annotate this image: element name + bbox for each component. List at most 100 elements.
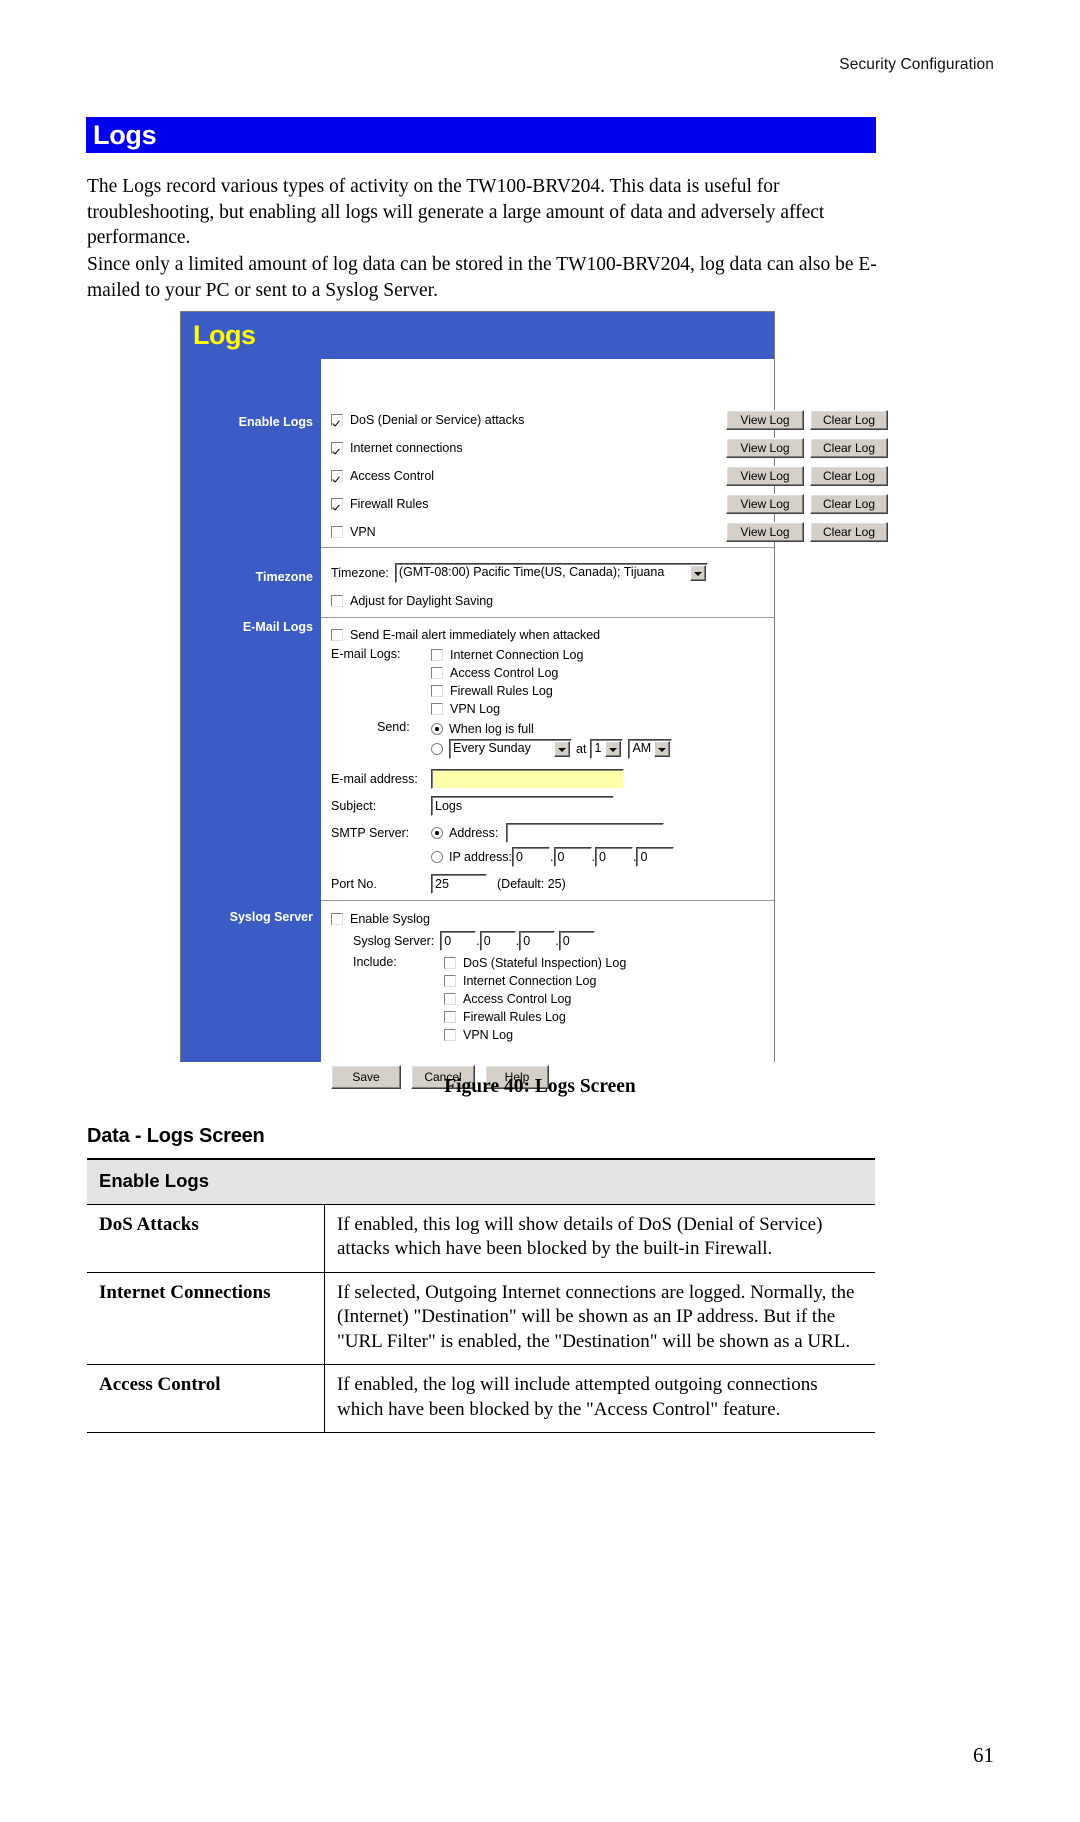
clear-log-button[interactable]: Clear Log (810, 410, 888, 430)
email-alert-label: Send E-mail alert immediately when attac… (350, 628, 601, 642)
smtp-ip-radio[interactable] (431, 851, 443, 863)
running-header: Security Configuration (839, 56, 994, 73)
table-row-desc: If enabled, this log will show details o… (324, 1204, 875, 1273)
syslog-firewall-rules-log-label: Firewall Rules Log (463, 1009, 566, 1024)
vpn-label: VPN (350, 525, 376, 539)
send-when-full-radio[interactable] (431, 722, 443, 735)
intro-paragraph-2: Since only a limited amount of log data … (87, 254, 877, 301)
intro-paragraph-1: The Logs record various types of activit… (87, 176, 825, 248)
port-default-hint: (Default: 25) (497, 877, 566, 891)
section-divider (321, 900, 774, 901)
email-log-item: VPN Log (421, 699, 500, 718)
email-internet-connection-log-checkbox[interactable] (431, 648, 443, 661)
chevron-down-icon[interactable] (554, 741, 570, 757)
timezone-value: (GMT-08:00) Pacific Time(US, Canada); Ti… (398, 565, 665, 579)
smtp-ip-label: IP address: (449, 850, 513, 864)
daylight-saving-checkbox[interactable] (331, 595, 343, 607)
access-control-checkbox[interactable] (331, 470, 343, 482)
hour-select[interactable]: 1 (590, 739, 624, 759)
table-row-name: DoS Attacks (87, 1204, 325, 1273)
email-address-input[interactable] (431, 769, 624, 789)
sidebar-label-email-logs: E-Mail Logs (242, 620, 313, 634)
syslog-internet-connection-log-checkbox[interactable] (444, 974, 456, 987)
document-page: Security Configuration Logs The Logs rec… (0, 0, 1080, 1822)
syslog-access-control-log-checkbox[interactable] (444, 992, 456, 1005)
syslog-octet-4[interactable]: 0 (558, 931, 595, 951)
send-label: Send: (377, 720, 410, 734)
logs-screen-screenshot: Logs Enable Logs Timezone E-Mail Logs Sy… (180, 311, 888, 1089)
clear-log-button[interactable]: Clear Log (810, 438, 888, 458)
smtp-ip-octet-1[interactable]: 0 (512, 847, 551, 867)
send-schedule-radio[interactable] (431, 743, 443, 755)
page-title: Logs (93, 119, 157, 150)
chevron-down-icon[interactable] (689, 565, 706, 581)
clear-log-button[interactable]: Clear Log (810, 522, 888, 542)
enable-log-row: DoS (Denial or Service) attacks View Log… (321, 406, 888, 434)
email-vpn-log-label: VPN Log (450, 701, 501, 716)
table-row-name: Internet Connections (87, 1272, 325, 1365)
enable-log-row: VPN View Log Clear Log (321, 518, 888, 546)
vpn-checkbox[interactable] (331, 526, 343, 538)
smtp-ip-octet-3[interactable]: 0 (594, 847, 633, 867)
subject-row: Subject: Logs (321, 795, 774, 817)
smtp-ip-octet-2[interactable]: 0 (553, 847, 592, 867)
email-vpn-log-checkbox[interactable] (431, 702, 443, 715)
send-schedule-row: Every Sunday at 1 AM (421, 738, 673, 760)
smtp-ip-row: IP address: 0 . 0 . 0 . 0 (321, 846, 774, 868)
email-log-item: Internet Connection Log (421, 645, 583, 664)
internet-connections-checkbox[interactable] (331, 442, 343, 454)
timezone-row: Timezone: (GMT-08:00) Pacific Time(US, C… (321, 562, 774, 584)
syslog-firewall-rules-log-checkbox[interactable] (444, 1010, 456, 1023)
syslog-vpn-log-label: VPN Log (463, 1027, 514, 1042)
email-access-control-log-checkbox[interactable] (431, 666, 443, 679)
email-alert-row: Send E-mail alert immediately when attac… (321, 625, 774, 645)
table-header-row: Enable Logs (87, 1158, 875, 1205)
smtp-address-input[interactable] (506, 823, 665, 843)
enable-syslog-checkbox[interactable] (331, 913, 343, 925)
chevron-down-icon[interactable] (605, 741, 622, 757)
syslog-octet-1[interactable]: 0 (440, 931, 477, 951)
clear-log-button[interactable]: Clear Log (810, 466, 888, 486)
ampm-select[interactable]: AM (628, 739, 673, 759)
email-internet-connection-log-label: Internet Connection Log (450, 647, 584, 662)
enable-syslog-row: Enable Syslog (321, 909, 774, 929)
chevron-down-icon[interactable] (654, 741, 671, 757)
screenshot-body: Enable Logs Timezone E-Mail Logs Syslog … (181, 359, 888, 1089)
email-firewall-rules-log-checkbox[interactable] (431, 684, 443, 697)
email-logs-label: E-mail Logs: (331, 647, 401, 661)
view-log-button[interactable]: View Log (726, 494, 804, 514)
table-row-desc: If enabled, the log will include attempt… (324, 1364, 875, 1433)
syslog-dos-log-label: DoS (Stateful Inspection) Log (463, 955, 627, 970)
email-log-item: Firewall Rules Log (421, 681, 553, 700)
clear-log-button[interactable]: Clear Log (810, 494, 888, 514)
smtp-address-radio[interactable] (431, 827, 443, 839)
daylight-saving-row: Adjust for Daylight Saving (321, 591, 774, 611)
timezone-select[interactable]: (GMT-08:00) Pacific Time(US, Canada); Ti… (394, 563, 708, 583)
subject-label: Subject: (331, 799, 377, 813)
syslog-octet-3[interactable]: 0 (519, 931, 556, 951)
hour-value: 1 (594, 741, 602, 755)
view-log-button[interactable]: View Log (726, 438, 804, 458)
page-number: 61 (973, 1743, 994, 1767)
syslog-vpn-log-checkbox[interactable] (444, 1028, 456, 1041)
access-control-label: Access Control (350, 469, 435, 483)
view-log-button[interactable]: View Log (726, 522, 804, 542)
syslog-dos-log-checkbox[interactable] (444, 956, 456, 969)
screenshot-content: DoS (Denial or Service) attacks View Log… (321, 359, 888, 1089)
smtp-ip-octet-4[interactable]: 0 (636, 847, 675, 867)
syslog-octet-2[interactable]: 0 (479, 931, 516, 951)
dos-attacks-checkbox[interactable] (331, 414, 343, 426)
firewall-rules-checkbox[interactable] (331, 498, 343, 510)
port-input[interactable]: 25 (431, 874, 487, 894)
view-log-button[interactable]: View Log (726, 410, 804, 430)
port-row: Port No. 25 (Default: 25) (321, 873, 774, 895)
email-address-row: E-mail address: (321, 768, 774, 790)
schedule-day-select[interactable]: Every Sunday (449, 739, 572, 759)
sidebar-label-enable-logs: Enable Logs (238, 415, 313, 429)
email-alert-checkbox[interactable] (331, 629, 343, 641)
send-when-full-label: When log is full (449, 721, 534, 736)
email-log-item: Access Control Log (421, 663, 558, 682)
view-log-button[interactable]: View Log (726, 466, 804, 486)
syslog-server-row: Syslog Server: 0 . 0 . 0 . 0 (343, 930, 595, 952)
subject-input[interactable]: Logs (431, 796, 614, 816)
